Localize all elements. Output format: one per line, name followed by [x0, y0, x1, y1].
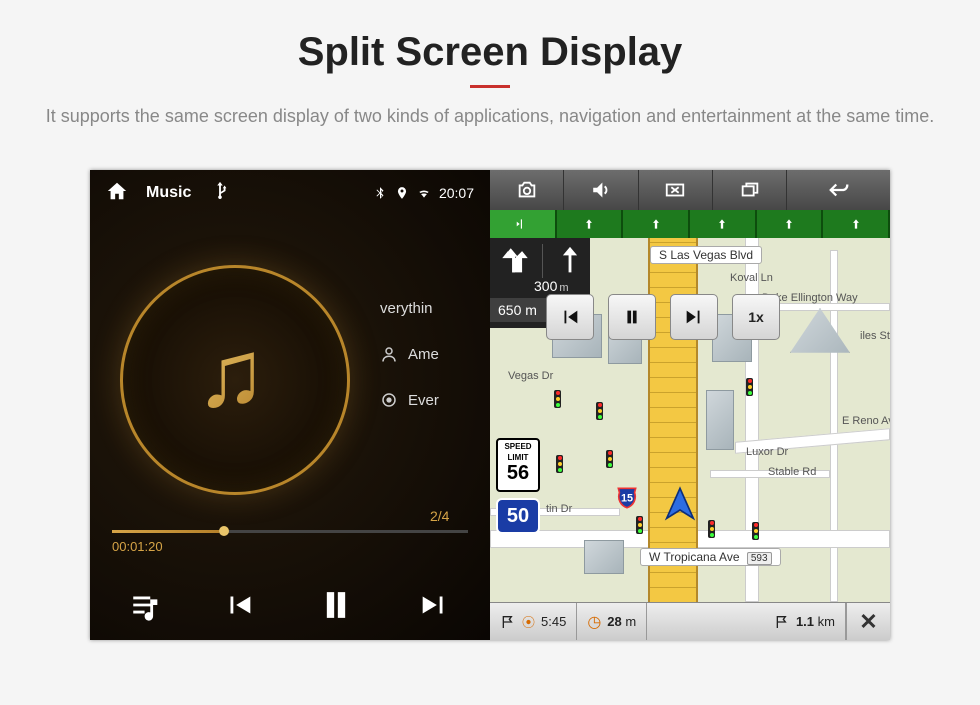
- svg-text:15: 15: [621, 492, 633, 504]
- traffic-light-icon: [636, 516, 646, 538]
- status-icons-group: 20:07: [373, 185, 474, 201]
- traffic-light-icon: [752, 522, 762, 544]
- building-4: [706, 390, 734, 450]
- lane-1: [490, 210, 557, 238]
- song-extra-row: Ever: [380, 391, 439, 409]
- pause-button[interactable]: [314, 583, 358, 632]
- playlist-button[interactable]: [129, 588, 163, 627]
- lane-5: [757, 210, 824, 238]
- device-screen: Music 20:07 ♫ verythin Ame: [90, 170, 890, 640]
- label-koval: Koval Ln: [730, 272, 773, 284]
- traffic-light-icon: [596, 402, 606, 424]
- nav-toolbar: [490, 170, 890, 210]
- turn-left-icon: [498, 244, 532, 278]
- traffic-light-icon: [708, 520, 718, 542]
- location-icon: [395, 186, 409, 200]
- title-underline: [470, 85, 510, 88]
- current-speed-badge: 50: [496, 498, 540, 534]
- lane-2: [557, 210, 624, 238]
- sim-prev-button[interactable]: [546, 294, 594, 340]
- traffic-light-icon: [606, 450, 616, 472]
- label-giles: iles St: [860, 330, 890, 342]
- usb-icon: [209, 180, 231, 206]
- sim-pause-button[interactable]: [608, 294, 656, 340]
- time-remaining-cell: ◷ 28 m: [577, 603, 647, 640]
- label-tropicana: W Tropicana Ave 593: [640, 548, 781, 566]
- traffic-light-icon: [746, 378, 756, 400]
- home-icon[interactable]: [106, 180, 128, 206]
- track-counter: 2/4: [430, 508, 449, 524]
- lane-4: [690, 210, 757, 238]
- song-metadata: verythin Ame Ever: [380, 300, 439, 437]
- nav-simulation-controls: 1x: [546, 294, 780, 340]
- song-artist-clip: Ame: [408, 346, 439, 363]
- speed-limit-sign: SPEED LIMIT 56: [496, 438, 540, 492]
- bluetooth-icon: [373, 186, 387, 200]
- turn-primary-distance: 300m: [534, 278, 569, 294]
- vehicle-position-icon: [660, 485, 700, 530]
- label-las-vegas-blvd: S Las Vegas Blvd: [650, 246, 762, 264]
- progress-handle[interactable]: [219, 526, 229, 536]
- music-progress: 00:01:20: [112, 530, 468, 554]
- page-subtitle: It supports the same screen display of t…: [40, 103, 940, 130]
- progress-bar[interactable]: [112, 530, 468, 533]
- flag-icon: [774, 614, 790, 630]
- status-time: 20:07: [439, 185, 474, 201]
- hwy-shield-icon: 15: [614, 485, 640, 511]
- distance-cell: 1.1 km: [764, 603, 846, 640]
- traffic-light-icon: [554, 390, 564, 412]
- close-nav-button[interactable]: ✕: [846, 603, 890, 640]
- windows-button[interactable]: [713, 170, 787, 210]
- target-icon: [380, 391, 398, 409]
- album-art-ring: ♫: [120, 265, 350, 495]
- eta-cell: ⦿ 5:45: [490, 603, 577, 640]
- wifi-icon: [417, 186, 431, 200]
- elapsed-time: 00:01:20: [112, 539, 468, 554]
- label-vegas-dr: Vegas Dr: [508, 370, 553, 382]
- traffic-light-icon: [556, 455, 566, 477]
- sim-next-button[interactable]: [670, 294, 718, 340]
- progress-fill: [112, 530, 219, 533]
- camera-button[interactable]: [490, 170, 564, 210]
- lane-6: [823, 210, 890, 238]
- highway-main: [648, 210, 698, 602]
- music-statusbar: Music 20:07: [90, 170, 490, 212]
- music-controls: [90, 583, 490, 632]
- song-extra-clip: Ever: [408, 392, 439, 409]
- label-tin: tin Dr: [546, 503, 572, 515]
- song-title-clip: verythin: [380, 300, 433, 317]
- building-pyramid: [790, 308, 850, 364]
- building-5: [584, 540, 624, 574]
- song-artist-row: Ame: [380, 345, 439, 363]
- label-luxor: Luxor Dr: [746, 446, 788, 458]
- cancel-button[interactable]: [639, 170, 713, 210]
- song-title-row: verythin: [380, 300, 439, 317]
- back-button[interactable]: [787, 170, 890, 210]
- turn-straight-icon: [553, 244, 587, 278]
- page-header: Split Screen Display It supports the sam…: [0, 0, 980, 150]
- music-app-title: Music: [146, 184, 191, 202]
- nav-bottom-bar: ⦿ 5:45 ◷ 28 m 1.1 km ✕: [490, 602, 890, 640]
- flag-icon: [500, 614, 516, 630]
- label-reno: E Reno Av: [842, 415, 890, 427]
- navigation-app-pane: S Las Vegas Blvd Koval Ln Duke Ellington…: [490, 170, 890, 640]
- volume-button[interactable]: [564, 170, 638, 210]
- lane-guidance-strip: [490, 210, 890, 238]
- lane-3: [623, 210, 690, 238]
- page-title: Split Screen Display: [40, 30, 940, 75]
- next-track-button[interactable]: [417, 588, 451, 627]
- clock-icon: ◷: [587, 612, 601, 632]
- prev-track-button[interactable]: [222, 588, 256, 627]
- sim-speed-button[interactable]: 1x: [732, 294, 780, 340]
- label-stable: Stable Rd: [768, 466, 816, 478]
- music-app-pane: Music 20:07 ♫ verythin Ame: [90, 170, 490, 640]
- person-icon: [380, 345, 398, 363]
- music-note-icon: ♫: [195, 320, 266, 429]
